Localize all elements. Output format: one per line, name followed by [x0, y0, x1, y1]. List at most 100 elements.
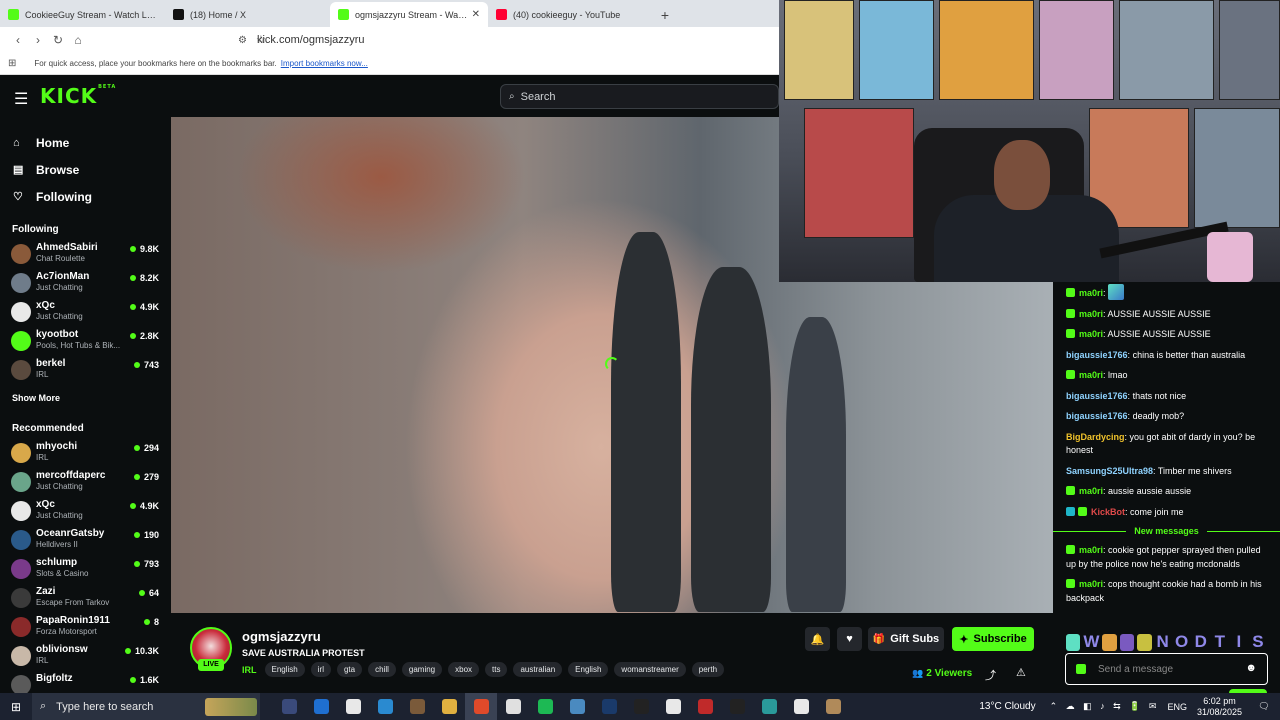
- browser-tab[interactable]: ogmsjazzyru Stream - Watch Live ✕: [330, 2, 488, 27]
- taskbar-app-icon[interactable]: [497, 693, 529, 720]
- stream-tag[interactable]: australian: [513, 662, 563, 677]
- streamer-name[interactable]: ogmsjazzyru: [242, 629, 321, 644]
- browser-tab[interactable]: CookieeGuy Stream - Watch Live: [0, 2, 165, 27]
- channel-item[interactable]: OceanrGatsby Helldivers II 190: [0, 526, 171, 555]
- stream-tag[interactable]: tts: [485, 662, 508, 677]
- nav-home[interactable]: ⌂ Home: [0, 129, 171, 156]
- stream-tag[interactable]: English: [264, 662, 305, 677]
- chat-username[interactable]: ma0ri: [1079, 288, 1103, 298]
- stream-tag[interactable]: perth: [691, 662, 725, 677]
- stream-tag[interactable]: irl: [310, 662, 331, 677]
- emote-icon[interactable]: [1066, 633, 1081, 651]
- chat-username[interactable]: ma0ri: [1079, 545, 1103, 555]
- emoji-picker-icon[interactable]: ☻: [1245, 662, 1257, 674]
- chat-username[interactable]: bigaussie1766: [1066, 350, 1128, 360]
- search-input[interactable]: ⌕ Search: [500, 84, 779, 109]
- channel-item[interactable]: Zazi Escape From Tarkov 64: [0, 584, 171, 613]
- report-icon[interactable]: ⚠: [1016, 666, 1026, 679]
- taskbar-app-icon[interactable]: [433, 693, 465, 720]
- chat-username[interactable]: bigaussie1766: [1066, 391, 1128, 401]
- emote-letter[interactable]: I: [1231, 632, 1247, 652]
- emote-letter[interactable]: W: [1083, 632, 1099, 652]
- taskbar-app-icon[interactable]: [305, 693, 337, 720]
- taskbar-app-icon[interactable]: [689, 693, 721, 720]
- reload-icon[interactable]: ↻: [48, 33, 68, 47]
- channel-item[interactable]: Bigfoltz 1.6K: [0, 671, 171, 693]
- channel-item[interactable]: mhyochi IRL 294: [0, 439, 171, 468]
- hamburger-menu-icon[interactable]: ☰: [14, 89, 28, 109]
- emote-letter[interactable]: N: [1155, 632, 1171, 652]
- chat-username[interactable]: ma0ri: [1079, 370, 1103, 380]
- back-icon[interactable]: ‹: [8, 33, 28, 47]
- emote-letter[interactable]: S: [1250, 632, 1266, 652]
- kick-logo[interactable]: KICKBETA: [40, 84, 116, 108]
- taskbar-app-icon[interactable]: [785, 693, 817, 720]
- gift-subs-button[interactable]: 🎁 Gift Subs: [868, 627, 944, 651]
- subscribe-button[interactable]: ✦ Subscribe: [952, 627, 1034, 651]
- channel-item[interactable]: berkel IRL 743: [0, 356, 171, 385]
- taskbar-app-icon[interactable]: [337, 693, 369, 720]
- notification-bell-button[interactable]: 🔔: [805, 627, 830, 651]
- notification-icon[interactable]: 🗨: [1254, 701, 1274, 712]
- chat-username[interactable]: ma0ri: [1079, 486, 1103, 496]
- taskbar-app-icon[interactable]: [369, 693, 401, 720]
- tab-close-icon[interactable]: ✕: [472, 9, 480, 20]
- taskbar-app-icon[interactable]: [401, 693, 433, 720]
- start-button[interactable]: ⊞: [0, 700, 32, 714]
- language-indicator[interactable]: ENG: [1167, 702, 1187, 712]
- bookmark-icon[interactable]: ☆: [256, 33, 266, 46]
- chat-identity-badge-icon[interactable]: [1076, 664, 1086, 674]
- taskbar-app-icon[interactable]: [753, 693, 785, 720]
- browser-tab[interactable]: (18) Home / X: [165, 2, 330, 27]
- taskbar-app-icon[interactable]: [465, 693, 497, 720]
- channel-item[interactable]: xQc Just Chatting 4.9K: [0, 298, 171, 327]
- chat-username[interactable]: SamsungS25Ultra98: [1066, 466, 1153, 476]
- site-info-icon[interactable]: ⚙: [238, 35, 247, 46]
- stream-tag[interactable]: gta: [336, 662, 363, 677]
- taskbar-app-icon[interactable]: [625, 693, 657, 720]
- chat-username[interactable]: bigaussie1766: [1066, 411, 1128, 421]
- chat-input[interactable]: Send a message ☻: [1065, 653, 1268, 685]
- search-highlight-image[interactable]: [205, 697, 257, 716]
- taskbar-app-icon[interactable]: [529, 693, 561, 720]
- stream-tag[interactable]: xbox: [448, 662, 480, 677]
- import-bookmarks-link[interactable]: Import bookmarks now...: [281, 59, 368, 68]
- emote-letter[interactable]: D: [1193, 632, 1209, 652]
- emote-letter[interactable]: O: [1174, 632, 1190, 652]
- stream-tag[interactable]: chill: [368, 662, 396, 677]
- taskbar-app-icon[interactable]: [721, 693, 753, 720]
- chat-username[interactable]: ma0ri: [1079, 309, 1103, 319]
- taskbar-app-icon[interactable]: [273, 693, 305, 720]
- nav-following[interactable]: ♡ Following: [0, 183, 171, 210]
- weather-widget[interactable]: 13°C Cloudy: [979, 701, 1035, 712]
- channel-item[interactable]: oblivionsw IRL 10.3K: [0, 642, 171, 671]
- stream-tag[interactable]: English: [568, 662, 609, 677]
- channel-item[interactable]: Ac7ionMan Just Chatting 8.2K: [0, 269, 171, 298]
- stream-tag[interactable]: womanstreamer: [614, 662, 686, 677]
- stream-tag[interactable]: gaming: [401, 662, 443, 677]
- chat-username[interactable]: ma0ri: [1079, 579, 1103, 589]
- nav-browse[interactable]: ▤ Browse: [0, 156, 171, 183]
- new-messages-divider[interactable]: New messages: [1053, 526, 1280, 536]
- channel-item[interactable]: AhmedSabiri Chat Roulette 9.8K: [0, 240, 171, 269]
- channel-item[interactable]: mercoffdaperc Just Chatting 279: [0, 468, 171, 497]
- channel-item[interactable]: kyootbot Pools, Hot Tubs & Bik... 2.8K: [0, 327, 171, 356]
- chat-username[interactable]: ma0ri: [1079, 329, 1103, 339]
- home-icon[interactable]: ⌂: [68, 33, 88, 47]
- channel-item[interactable]: PapaRonin1911 Forza Motorsport 8: [0, 613, 171, 642]
- apps-grid-icon[interactable]: ⊞: [8, 58, 16, 69]
- emote-icon[interactable]: [1119, 633, 1135, 651]
- taskbar-app-icon[interactable]: [817, 693, 849, 720]
- follow-button[interactable]: ♥: [837, 627, 862, 651]
- taskbar-app-icon[interactable]: [561, 693, 593, 720]
- share-icon[interactable]: ⤴: [985, 667, 996, 683]
- taskbar-app-icon[interactable]: [657, 693, 689, 720]
- emote-icon[interactable]: [1137, 633, 1152, 651]
- clock[interactable]: 6:02 pm 31/08/2025: [1197, 696, 1242, 718]
- forward-icon[interactable]: ›: [28, 33, 48, 47]
- category-link[interactable]: IRL: [242, 665, 257, 675]
- new-tab-button[interactable]: +: [653, 7, 677, 27]
- taskbar-app-icon[interactable]: [593, 693, 625, 720]
- channel-item[interactable]: schlump Slots & Casino 793: [0, 555, 171, 584]
- browser-tab[interactable]: (40) cookieeguy - YouTube: [488, 2, 653, 27]
